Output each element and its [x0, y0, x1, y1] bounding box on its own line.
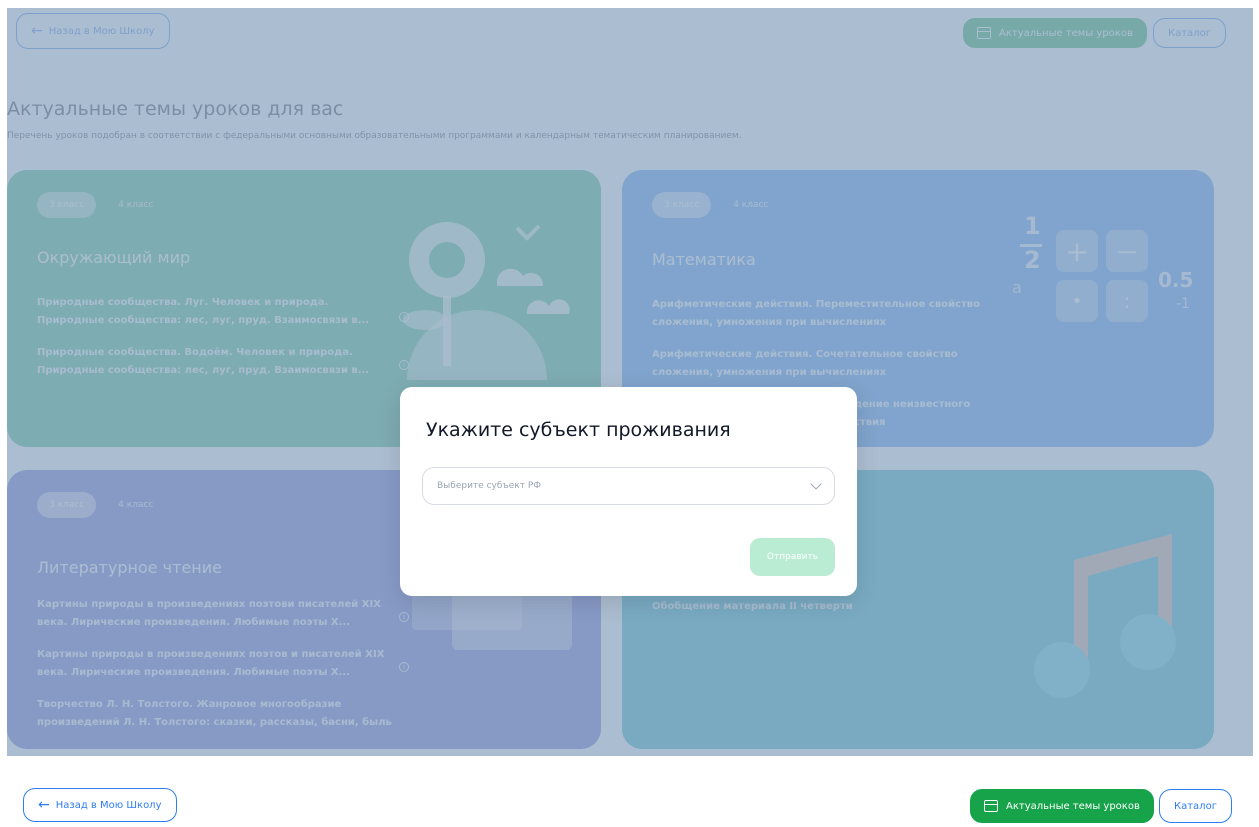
math-illustration-icon: a 1 2 + — • : 0.5 -1 — [1012, 210, 1212, 340]
arrow-left-icon: ← — [38, 797, 50, 813]
topic-item[interactable]: Арифметические действия. Переместительно… — [652, 296, 992, 332]
topic-item[interactable]: Природные сообщества. Водоём. Человек и … — [37, 344, 397, 380]
music-note-icon — [1034, 534, 1176, 698]
main-content: ← Назад в Мою Школу Актуальные темы урок… — [7, 8, 1253, 756]
chevron-down-icon — [810, 478, 822, 490]
back-to-school-button[interactable]: ← Назад в Мою Школу — [23, 788, 177, 822]
topics-button[interactable]: Актуальные темы уроков — [963, 18, 1147, 48]
topic-item[interactable]: Картины природы в произведениях поэтов и… — [37, 646, 397, 682]
chip-grade-4[interactable]: 4 класс — [721, 192, 780, 218]
region-modal: Укажите субъект проживания Выберите субъ… — [400, 387, 857, 596]
catalog-label: Каталог — [1174, 800, 1217, 812]
topic-item[interactable]: дение неизвестного — [854, 396, 1014, 414]
info-icon[interactable]: i — [399, 662, 409, 672]
arrow-left-icon: ← — [31, 23, 43, 39]
topic-item[interactable]: Картины природы в произведениях поэтови … — [37, 596, 397, 632]
card-title: Окружающий мир — [37, 248, 191, 267]
modal-title: Укажите субъект проживания — [426, 419, 731, 441]
calendar-icon — [977, 27, 991, 39]
topic-item[interactable]: ствия — [854, 414, 1014, 432]
back-to-school-button[interactable]: ← Назад в Мою Школу — [16, 13, 170, 49]
topics-label: Актуальные темы уроков — [1006, 800, 1140, 812]
calendar-icon — [984, 800, 998, 812]
card-title: Литературное чтение — [37, 558, 222, 577]
back-label: Назад в Мою Школу — [48, 25, 155, 37]
catalog-button[interactable]: Каталог — [1153, 18, 1226, 48]
chip-grade-3[interactable]: 3 класс — [37, 192, 97, 218]
topic-item[interactable]: Обобщение материала II четверти — [652, 598, 972, 616]
bottom-bar: ← Назад в Мою Школу Актуальные темы урок… — [0, 756, 1259, 827]
chip-grade-4[interactable]: 4 класс — [106, 492, 165, 518]
catalog-label: Каталог — [1168, 27, 1211, 39]
info-icon[interactable]: i — [399, 612, 409, 622]
chip-grade-3[interactable]: 3 класс — [37, 492, 97, 518]
catalog-button[interactable]: Каталог — [1159, 789, 1232, 823]
topic-item[interactable]: Арифметические действия. Сочетательное с… — [652, 346, 992, 382]
flower-illustration-icon — [403, 222, 570, 380]
chip-grade-4[interactable]: 4 класс — [106, 192, 165, 218]
page-title: Актуальные темы уроков для вас — [7, 98, 344, 120]
chip-grade-3[interactable]: 3 класс — [652, 192, 712, 218]
region-select[interactable]: Выберите субъект РФ — [422, 467, 835, 505]
topics-button[interactable]: Актуальные темы уроков — [970, 789, 1154, 823]
region-select-placeholder: Выберите субъект РФ — [437, 481, 542, 491]
topics-label: Актуальные темы уроков — [999, 27, 1133, 39]
card-title: Математика — [652, 250, 756, 269]
page-subtitle: Перечень уроков подобран в соответствии … — [7, 131, 742, 141]
back-label: Назад в Мою Школу — [55, 799, 162, 811]
topic-item[interactable]: Творчество Л. Н. Толстого. Жанровое мног… — [37, 696, 397, 732]
submit-button[interactable]: Отправить — [750, 538, 835, 576]
topic-item[interactable]: Природные сообщества. Луг. Человек и при… — [37, 294, 397, 330]
